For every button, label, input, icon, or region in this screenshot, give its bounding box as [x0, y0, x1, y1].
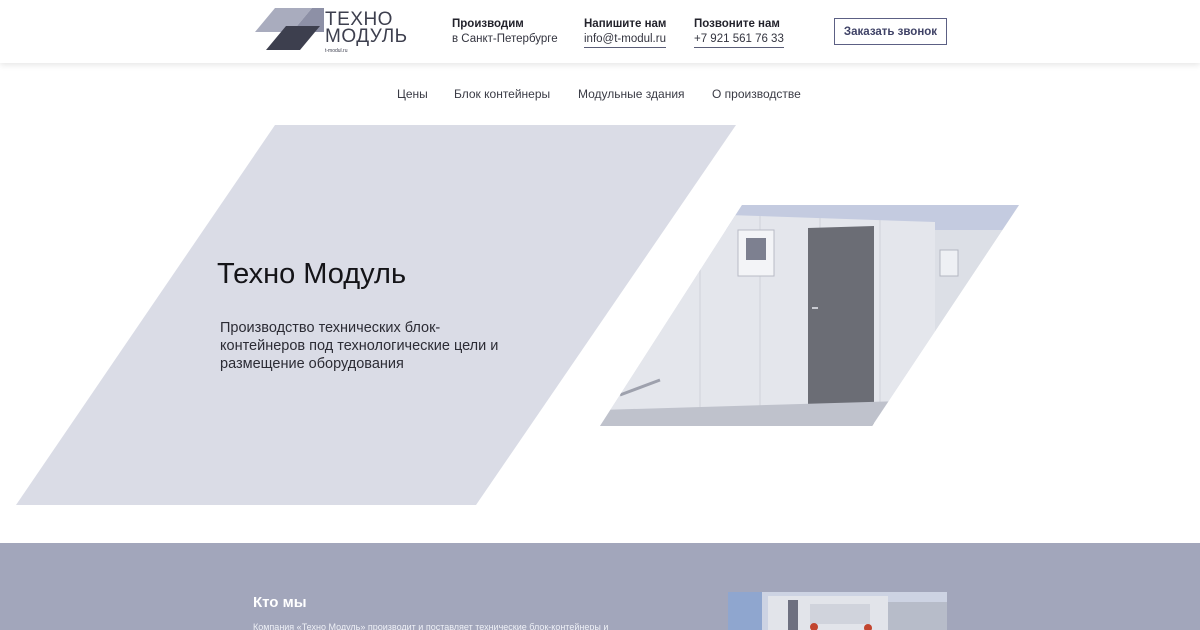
hero-title: Техно Модуль: [217, 258, 407, 290]
production-title: Производим: [452, 18, 524, 30]
email-info: Напишите нам info@t-modul.ru: [584, 17, 666, 48]
production-location: в Санкт-Петербурге: [452, 33, 558, 45]
about-text: Компания «Техно Модуль» производит и пос…: [253, 622, 609, 630]
hero-background-shape: [16, 125, 736, 505]
phone-info: Позвоните нам +7 921 561 76 33: [694, 17, 784, 48]
production-info: Производим в Санкт-Петербурге: [452, 17, 558, 47]
logo-mark-icon: [255, 8, 324, 50]
hero-graphics: [16, 125, 1019, 505]
site-header: ТЕХНО МОДУЛЬ t-modul.ru Производим в Сан…: [0, 0, 1200, 63]
about-title: Кто мы: [253, 594, 307, 611]
phone-link[interactable]: +7 921 561 76 33: [694, 32, 784, 48]
email-link[interactable]: info@t-modul.ru: [584, 32, 666, 48]
company-logo[interactable]: ТЕХНО МОДУЛЬ t-modul.ru: [252, 6, 407, 58]
email-title: Напишите нам: [584, 18, 667, 30]
logo-domain: t-modul.ru: [325, 48, 348, 54]
callback-button[interactable]: Заказать звонок: [834, 18, 947, 45]
about-section: Кто мы Компания «Техно Модуль» производи…: [0, 543, 1200, 630]
phone-title: Позвоните нам: [694, 18, 780, 30]
about-photo: [728, 592, 947, 630]
hero-subtitle: Производство технических блок-контейнеро…: [220, 320, 499, 372]
logo-text-line2: МОДУЛЬ: [325, 26, 408, 47]
